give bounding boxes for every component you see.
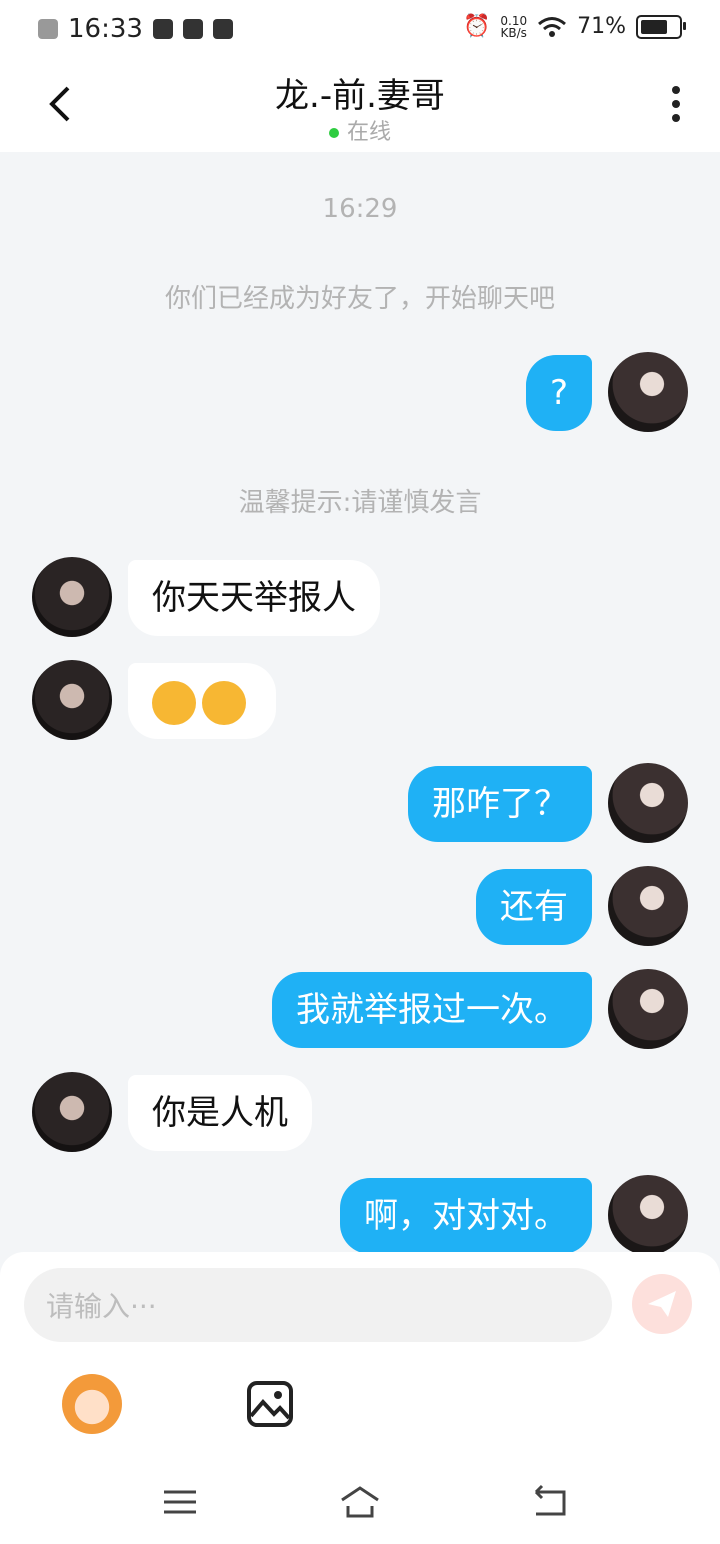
image-icon[interactable] xyxy=(246,1374,306,1434)
message-bubble[interactable]: 我就举报过一次。 xyxy=(272,972,592,1048)
back-icon[interactable] xyxy=(530,1482,570,1522)
message-row xyxy=(0,660,720,742)
message-row: 你是人机 xyxy=(0,1072,720,1154)
notification-icon xyxy=(38,19,58,39)
composer-panel xyxy=(0,1252,720,1544)
message-row: 那咋了？ xyxy=(0,763,720,845)
message-row: 我就举报过一次。 xyxy=(0,969,720,1051)
message-row: 还有 xyxy=(0,866,720,948)
message-row: 你天天举报人 xyxy=(0,557,720,639)
avatar[interactable] xyxy=(32,557,112,637)
avatar[interactable] xyxy=(608,763,688,843)
app-icon xyxy=(212,19,233,39)
avatar[interactable] xyxy=(32,1072,112,1152)
avatar[interactable] xyxy=(608,1175,688,1255)
wifi-icon xyxy=(538,16,567,37)
online-status: 在线 xyxy=(0,114,720,146)
network-speed: 0.10 KB/s xyxy=(500,15,527,39)
chat-title: 龙.-前.妻哥 xyxy=(275,76,445,116)
status-left: 16:33 xyxy=(38,14,233,44)
message-bubble[interactable]: 你是人机 xyxy=(128,1075,312,1151)
message-bubble[interactable]: 那咋了？ xyxy=(408,766,592,842)
status-bar: 16:33 ⏰ 0.10 KB/s 71% xyxy=(0,0,720,56)
status-right: ⏰ 0.10 KB/s 71% xyxy=(462,14,686,39)
message-row: ? xyxy=(0,352,720,434)
friend-notice: 你们已经成为好友了，开始聊天吧 xyxy=(164,284,555,314)
avatar[interactable] xyxy=(608,969,688,1049)
network-speed-value: 0.10 xyxy=(500,13,528,28)
send-icon xyxy=(648,1291,676,1317)
avatar[interactable] xyxy=(608,866,688,946)
message-input[interactable] xyxy=(44,1268,588,1344)
warning-tip: 温馨提示:请谨慎发言 xyxy=(238,488,482,518)
message-input-wrapper[interactable] xyxy=(24,1268,612,1344)
network-speed-unit: KB/s xyxy=(500,25,527,40)
mascot-icon[interactable] xyxy=(62,1374,122,1434)
message-row: 啊，对对对。 xyxy=(0,1175,720,1257)
battery-icon xyxy=(636,14,686,39)
timestamp: 16:29 xyxy=(322,194,398,224)
message-bubble[interactable]: 还有 xyxy=(476,869,592,945)
battery-percent: 71% xyxy=(577,14,626,39)
menu-icon[interactable] xyxy=(160,1482,200,1522)
avatar[interactable] xyxy=(608,352,688,432)
emoji-bubble[interactable] xyxy=(128,663,276,739)
alarm-icon: ⏰ xyxy=(462,14,491,39)
sweat-emoji-icon xyxy=(202,680,246,725)
online-status-label: 在线 xyxy=(346,120,391,145)
system-nav-bar xyxy=(0,1460,720,1544)
status-time: 16:33 xyxy=(68,14,143,44)
sweat-emoji-icon xyxy=(152,680,196,725)
message-bubble[interactable]: ? xyxy=(525,355,592,431)
video-icon xyxy=(152,19,173,39)
online-dot-icon xyxy=(328,128,339,138)
chat-header: 龙.-前.妻哥 在线 xyxy=(0,56,720,152)
home-icon[interactable] xyxy=(340,1482,380,1522)
chat-area[interactable]: 16:29 你们已经成为好友了，开始聊天吧 ? 温馨提示:请谨慎发言 你天天举报… xyxy=(0,152,720,1255)
send-button[interactable] xyxy=(632,1274,692,1334)
message-bubble[interactable]: 啊，对对对。 xyxy=(340,1178,592,1254)
avatar[interactable] xyxy=(32,660,112,740)
play-icon xyxy=(182,19,203,39)
more-icon[interactable] xyxy=(672,86,680,128)
message-bubble[interactable]: 你天天举报人 xyxy=(128,560,380,636)
